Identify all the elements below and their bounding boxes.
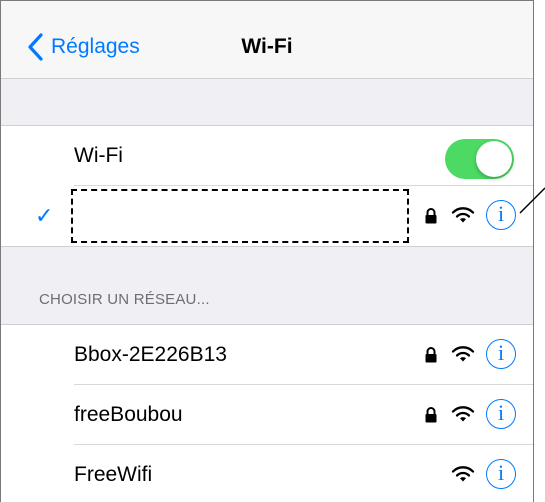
section-spacer <box>1 79 533 125</box>
screenshot-frame: Réglages Wi-Fi Wi-Fi ✓ i CHOISIR UN RÉSE… <box>0 0 545 502</box>
page-title: Wi-Fi <box>241 35 293 58</box>
navigation-bar: Réglages Wi-Fi <box>1 1 533 79</box>
toggle-knob <box>476 141 512 177</box>
info-icon[interactable]: i <box>486 339 516 369</box>
wifi-toggle-label: Wi-Fi <box>74 144 123 167</box>
list-item[interactable]: FreeWifi i <box>1 445 533 502</box>
list-item[interactable]: Bbox-2E226B13 i <box>1 325 533 384</box>
wifi-toggle-row: Wi-Fi <box>1 126 533 185</box>
wifi-signal-icon <box>451 346 475 362</box>
info-icon[interactable]: i <box>486 399 516 429</box>
wifi-signal-icon <box>451 406 475 422</box>
wifi-signal-icon <box>451 207 475 223</box>
info-icon[interactable]: i <box>486 459 516 489</box>
redacted-network-name <box>71 189 409 243</box>
lock-icon <box>425 208 437 224</box>
network-name: Bbox-2E226B13 <box>74 343 227 366</box>
wifi-toggle-switch[interactable] <box>445 139 514 179</box>
lock-icon <box>425 347 437 363</box>
network-name: freeBoubou <box>74 403 183 426</box>
networks-list: Bbox-2E226B13 i freeBoubou i FreeWifi i <box>1 324 533 502</box>
connected-network-row[interactable]: ✓ i <box>1 186 533 245</box>
list-item[interactable]: freeBoubou i <box>1 385 533 444</box>
info-icon[interactable]: i <box>486 200 516 230</box>
wifi-group: Wi-Fi ✓ i <box>1 125 533 247</box>
network-name: FreeWifi <box>74 463 153 486</box>
wifi-signal-icon <box>451 466 475 482</box>
settings-screen: Réglages Wi-Fi Wi-Fi ✓ i CHOISIR UN RÉSE… <box>0 0 534 502</box>
lock-icon <box>425 407 437 423</box>
checkmark-icon: ✓ <box>35 203 54 228</box>
section-header: CHOISIR UN RÉSEAU... <box>39 291 210 308</box>
